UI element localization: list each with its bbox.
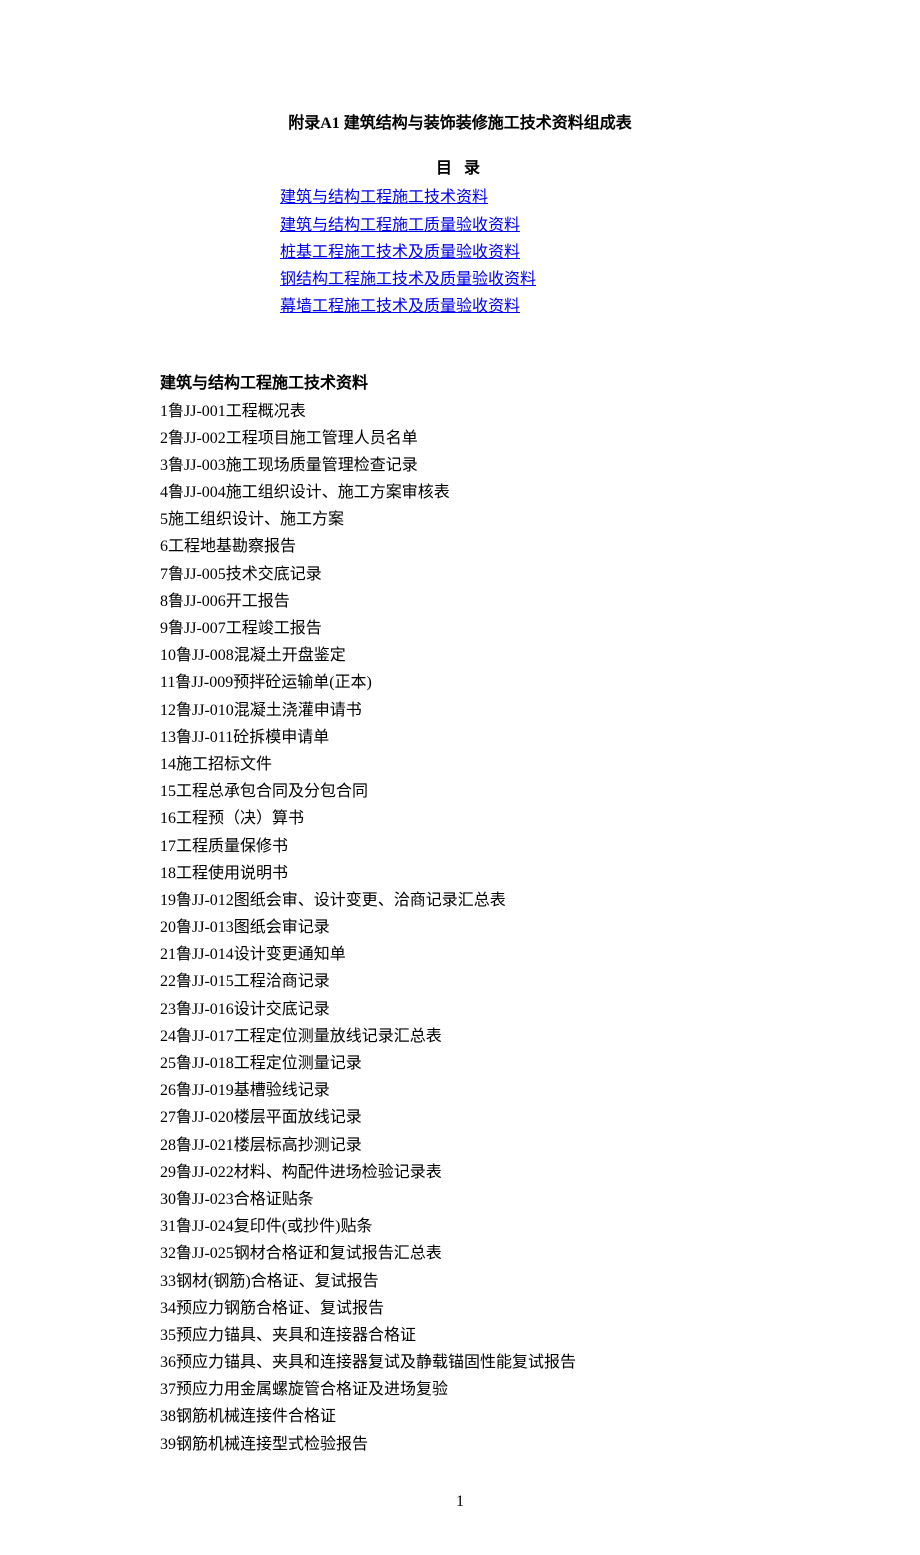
page-number: 1 — [160, 1488, 760, 1515]
list-item: 23鲁JJ-016设计交底记录 — [160, 996, 760, 1023]
list-item: 26鲁JJ-019基槽验线记录 — [160, 1077, 760, 1104]
list-item: 27鲁JJ-020楼层平面放线记录 — [160, 1104, 760, 1131]
list-item: 30鲁JJ-023合格证贴条 — [160, 1186, 760, 1213]
toc-link[interactable]: 建筑与结构工程施工技术资料 — [280, 189, 488, 206]
list-item: 9鲁JJ-007工程竣工报告 — [160, 615, 760, 642]
list-item: 11鲁JJ-009预拌砼运输单(正本) — [160, 669, 760, 696]
table-of-contents: 建筑与结构工程施工技术资料 建筑与结构工程施工质量验收资料 桩基工程施工技术及质… — [280, 184, 760, 320]
list-item: 1鲁JJ-001工程概况表 — [160, 398, 760, 425]
list-item: 37预应力用金属螺旋管合格证及进场复验 — [160, 1376, 760, 1403]
item-list: 1鲁JJ-001工程概况表 2鲁JJ-002工程项目施工管理人员名单 3鲁JJ-… — [160, 398, 760, 1458]
list-item: 28鲁JJ-021楼层标高抄测记录 — [160, 1132, 760, 1159]
list-item: 24鲁JJ-017工程定位测量放线记录汇总表 — [160, 1023, 760, 1050]
list-item: 12鲁JJ-010混凝土浇灌申请书 — [160, 697, 760, 724]
list-item: 4鲁JJ-004施工组织设计、施工方案审核表 — [160, 479, 760, 506]
list-item: 25鲁JJ-018工程定位测量记录 — [160, 1050, 760, 1077]
list-item: 5施工组织设计、施工方案 — [160, 506, 760, 533]
list-item: 8鲁JJ-006开工报告 — [160, 588, 760, 615]
list-item: 6工程地基勘察报告 — [160, 533, 760, 560]
toc-link[interactable]: 桩基工程施工技术及质量验收资料 — [280, 244, 520, 261]
toc-link[interactable]: 建筑与结构工程施工质量验收资料 — [280, 217, 520, 234]
list-item: 29鲁JJ-022材料、构配件进场检验记录表 — [160, 1159, 760, 1186]
list-item: 35预应力锚具、夹具和连接器合格证 — [160, 1322, 760, 1349]
list-item: 2鲁JJ-002工程项目施工管理人员名单 — [160, 425, 760, 452]
list-item: 16工程预（决）算书 — [160, 805, 760, 832]
toc-link[interactable]: 幕墙工程施工技术及质量验收资料 — [280, 298, 520, 315]
list-item: 7鲁JJ-005技术交底记录 — [160, 561, 760, 588]
list-item: 32鲁JJ-025钢材合格证和复试报告汇总表 — [160, 1240, 760, 1267]
list-item: 21鲁JJ-014设计变更通知单 — [160, 941, 760, 968]
list-item: 20鲁JJ-013图纸会审记录 — [160, 914, 760, 941]
list-item: 39钢筋机械连接型式检验报告 — [160, 1431, 760, 1458]
list-item: 22鲁JJ-015工程洽商记录 — [160, 968, 760, 995]
list-item: 34预应力钢筋合格证、复试报告 — [160, 1295, 760, 1322]
toc-header: 目 录 — [160, 155, 760, 182]
list-item: 18工程使用说明书 — [160, 860, 760, 887]
section-heading: 建筑与结构工程施工技术资料 — [160, 370, 760, 397]
list-item: 15工程总承包合同及分包合同 — [160, 778, 760, 805]
list-item: 36预应力锚具、夹具和连接器复试及静载锚固性能复试报告 — [160, 1349, 760, 1376]
list-item: 10鲁JJ-008混凝土开盘鉴定 — [160, 642, 760, 669]
toc-link[interactable]: 钢结构工程施工技术及质量验收资料 — [280, 271, 536, 288]
list-item: 38钢筋机械连接件合格证 — [160, 1403, 760, 1430]
list-item: 31鲁JJ-024复印件(或抄件)贴条 — [160, 1213, 760, 1240]
list-item: 33钢材(钢筋)合格证、复试报告 — [160, 1268, 760, 1295]
list-item: 19鲁JJ-012图纸会审、设计变更、洽商记录汇总表 — [160, 887, 760, 914]
list-item: 3鲁JJ-003施工现场质量管理检查记录 — [160, 452, 760, 479]
document-title: 附录A1 建筑结构与装饰装修施工技术资料组成表 — [160, 110, 760, 137]
list-item: 17工程质量保修书 — [160, 833, 760, 860]
list-item: 14施工招标文件 — [160, 751, 760, 778]
list-item: 13鲁JJ-011砼拆模申请单 — [160, 724, 760, 751]
